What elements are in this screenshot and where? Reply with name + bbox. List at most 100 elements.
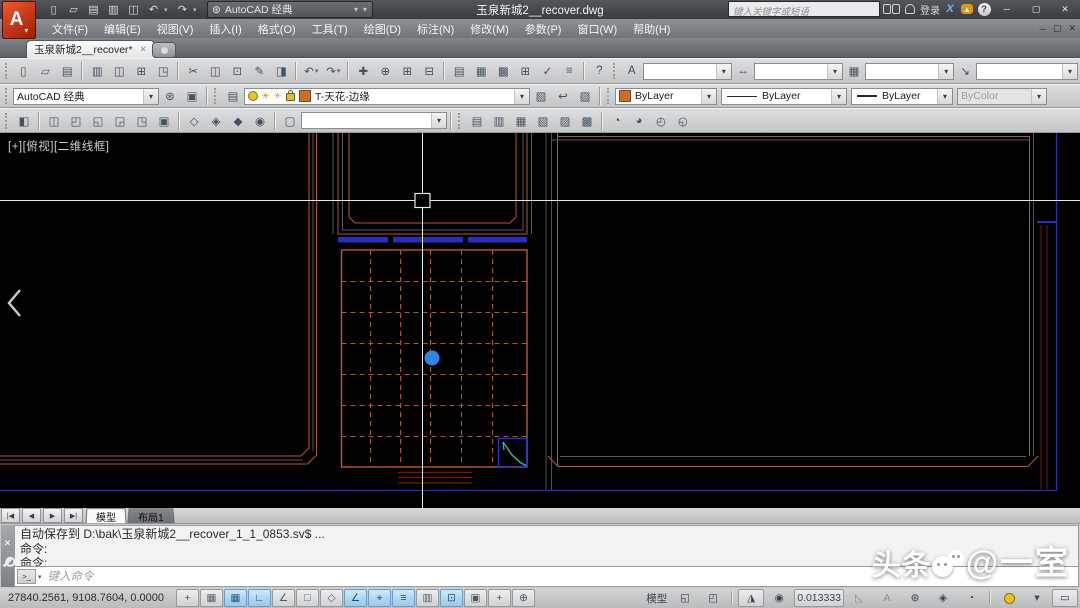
prev-tab-button[interactable]: ◀ — [22, 508, 41, 523]
menu-help[interactable]: 帮助(H) — [625, 19, 678, 38]
toolbar-grip[interactable] — [607, 88, 612, 104]
view-left-button[interactable]: ◱ — [87, 110, 109, 131]
command-input[interactable] — [46, 568, 1078, 585]
mleader-style-button[interactable]: ↘ — [954, 61, 976, 82]
menu-file[interactable]: 文件(F) — [44, 19, 96, 38]
vs-hidden-button[interactable]: ◆ — [227, 110, 249, 131]
new-button[interactable]: ▯ — [12, 61, 34, 82]
titlebar-workspace-select[interactable]: ⊛ AutoCAD 经典 ▾ — [207, 1, 363, 18]
properties-button[interactable]: ▤ — [448, 61, 470, 82]
quick-properties-toggle[interactable]: ▣ — [464, 589, 487, 607]
menu-draw[interactable]: 绘图(D) — [356, 19, 409, 38]
next-tab-button[interactable]: ▶ — [43, 508, 62, 523]
layer-properties-button[interactable]: ▤ — [222, 86, 244, 107]
qat-customize-button[interactable]: ▾ — [358, 1, 373, 18]
toolbar-grip[interactable] — [458, 113, 463, 129]
toolbar-lock-button[interactable]: ◈ — [930, 589, 956, 607]
toolbar-grip[interactable] — [5, 63, 9, 79]
application-menu-button[interactable]: A▾ — [2, 1, 36, 39]
transparency-toggle[interactable]: ⊡ — [440, 589, 463, 607]
annotation-people-button[interactable]: A — [874, 589, 900, 607]
quickview-drawings-button[interactable]: ◰ — [700, 589, 726, 607]
mdi-restore-button[interactable]: ▢ — [1053, 23, 1062, 34]
document-tab[interactable]: 玉泉新城2__recover* ✕ — [26, 40, 155, 58]
close-icon[interactable]: ✕ — [4, 538, 12, 549]
view-bottom-button[interactable]: ◰ — [65, 110, 87, 131]
dynamic-input-toggle[interactable]: ≡ — [392, 589, 415, 607]
chevron-down-icon[interactable]: ▾ — [38, 573, 42, 581]
view-back-button[interactable]: ▣ — [153, 110, 175, 131]
text-style-button[interactable]: A — [621, 61, 643, 82]
view-right-button[interactable]: ◲ — [109, 110, 131, 131]
sheetset-manager-button[interactable]: ⊞ — [514, 61, 536, 82]
drawing-canvas[interactable]: [+][俯视][二维线框] — [0, 133, 1080, 508]
annotation-visibility-button[interactable]: ◮ — [738, 589, 764, 607]
menu-dimension[interactable]: 标注(N) — [409, 19, 462, 38]
copy-objects-new-layer-button[interactable]: ▧ — [532, 110, 554, 131]
plot-preview-button[interactable]: ◫ — [108, 61, 130, 82]
qat-undo-button[interactable]: ↶ — [144, 2, 163, 17]
new-tab-button[interactable] — [152, 42, 176, 58]
status-menu-button[interactable]: ▾ — [1024, 589, 1050, 607]
command-window-handle[interactable]: ✕ — [1, 525, 14, 587]
toolbar-grip[interactable] — [5, 113, 10, 129]
export-dwf-button[interactable]: ◳ — [152, 61, 174, 82]
menu-tools[interactable]: 工具(T) — [304, 19, 356, 38]
qat-redo-button[interactable]: ↷ — [173, 2, 192, 17]
designcenter-button[interactable]: ▦ — [470, 61, 492, 82]
block-editor-button[interactable]: ◨ — [270, 61, 292, 82]
first-tab-button[interactable]: |◀ — [1, 508, 20, 523]
layer-states-button[interactable]: ▧ — [530, 86, 552, 107]
view-front-button[interactable]: ◳ — [131, 110, 153, 131]
selection-cycling-toggle[interactable]: + — [488, 589, 511, 607]
qat-new-button[interactable]: ▯ — [44, 2, 63, 17]
layer-unisolate-button[interactable]: ▩ — [576, 110, 598, 131]
layer-off-button[interactable]: ◕ — [628, 110, 650, 131]
annotation-monitor-toggle[interactable]: ⊕ — [512, 589, 535, 607]
viewport-controls[interactable]: [+][俯视][二维线框] — [8, 138, 109, 154]
help-icon[interactable]: ? — [977, 2, 991, 17]
layer-walk-button[interactable]: ▤ — [466, 110, 488, 131]
vs-realistic-button[interactable]: ◉ — [249, 110, 271, 131]
table-style-select[interactable] — [865, 63, 954, 80]
grid-toggle[interactable]: ▦ — [224, 589, 247, 607]
layer-unlock-button[interactable]: ◵ — [672, 110, 694, 131]
osnap-toggle[interactable]: □ — [296, 589, 319, 607]
qat-open-button[interactable]: ▱ — [64, 2, 83, 17]
search-icon[interactable] — [883, 2, 900, 17]
match-properties-button[interactable]: ✎ — [248, 61, 270, 82]
named-view-select[interactable] — [301, 112, 447, 129]
workspace-settings-button[interactable]: ⊛ — [159, 86, 181, 107]
toolbar-grip[interactable] — [214, 88, 219, 104]
pan-button[interactable]: ✚ — [352, 61, 374, 82]
infer-constraints-toggle[interactable]: + — [176, 589, 199, 607]
layout1-tab[interactable]: 布局1 — [127, 508, 174, 523]
change-to-current-layer-button[interactable]: ▦ — [510, 110, 532, 131]
customize-button[interactable]: ▣ — [181, 86, 203, 107]
qat-save-button[interactable]: ▤ — [84, 2, 103, 17]
toolbar-grip[interactable] — [613, 63, 617, 79]
dim-style-select[interactable] — [754, 63, 843, 80]
otrack-toggle[interactable]: ∠ — [344, 589, 367, 607]
undo-button[interactable]: ↶ — [300, 61, 322, 82]
redo-caret-icon[interactable]: ▾ — [193, 6, 201, 14]
workspace-switching-button[interactable]: ⊛ — [902, 589, 928, 607]
communication-center-icon[interactable]: ▲ — [960, 2, 974, 17]
minimize-button[interactable]: ─ — [994, 2, 1020, 17]
model-space-button[interactable]: 模型 — [643, 589, 670, 607]
clean-screen-button[interactable]: ▭ — [1052, 589, 1078, 607]
zoom-realtime-button[interactable]: ⊕ — [374, 61, 396, 82]
signin-button[interactable]: 登录 — [920, 2, 940, 17]
menu-format[interactable]: 格式(O) — [250, 19, 304, 38]
mleader-style-select[interactable] — [976, 63, 1078, 80]
menu-window[interactable]: 窗口(W) — [569, 19, 625, 38]
qat-saveas-button[interactable]: ▥ — [104, 2, 123, 17]
menu-parametric[interactable]: 参数(P) — [517, 19, 570, 38]
save-button[interactable]: ▤ — [56, 61, 78, 82]
command-prompt-icon[interactable]: >_ — [17, 569, 36, 584]
qat-plot-button[interactable]: ◫ — [124, 2, 143, 17]
palette-collapse-arrow[interactable] — [9, 290, 20, 316]
close-button[interactable]: ✕ — [1052, 2, 1078, 17]
mdi-minimize-button[interactable]: ─ — [1040, 24, 1046, 34]
polar-toggle[interactable]: ∠ — [272, 589, 295, 607]
